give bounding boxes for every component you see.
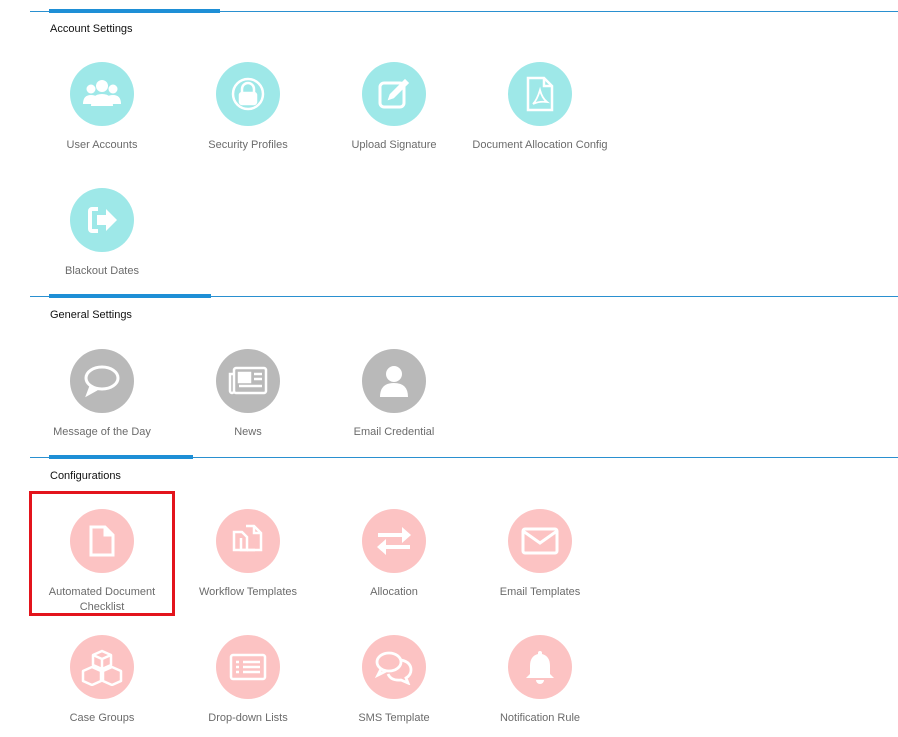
tile-email-templates[interactable]: Email Templates <box>465 509 615 600</box>
tile-automated-document-checklist[interactable]: Automated Document Checklist <box>27 509 177 615</box>
chat-bubbles-icon <box>362 635 426 699</box>
section-title: Account Settings <box>50 23 133 35</box>
tile-label: SMS Template <box>358 712 430 724</box>
section-accent-bar <box>49 294 211 298</box>
section-title: General Settings <box>50 309 132 321</box>
tile-allocation[interactable]: Allocation <box>319 509 469 600</box>
pdf-file-icon <box>508 62 572 126</box>
speech-bubble-icon <box>70 349 134 413</box>
tile-document-allocation-config[interactable]: Document Allocation Config <box>465 62 615 153</box>
tile-label: Document Allocation Config <box>472 139 608 151</box>
tile-label: News <box>234 426 262 438</box>
users-icon <box>70 62 134 126</box>
list-icon <box>216 635 280 699</box>
document-icon <box>70 509 134 573</box>
section-accent-bar <box>49 9 220 13</box>
edit-icon <box>362 62 426 126</box>
envelope-icon <box>508 509 572 573</box>
section-title: Configurations <box>50 470 121 482</box>
tile-label: Email Credential <box>353 426 435 438</box>
tile-label: Workflow Templates <box>198 586 298 598</box>
sign-out-icon <box>70 188 134 252</box>
tile-case-groups[interactable]: Case Groups <box>27 635 177 726</box>
tile-label: Allocation <box>370 586 418 598</box>
tile-security-profiles[interactable]: Security Profiles <box>173 62 323 153</box>
tile-workflow-templates[interactable]: Workflow Templates <box>173 509 323 600</box>
tile-label: Drop-down Lists <box>208 712 288 724</box>
tile-message-of-the-day[interactable]: Message of the Day <box>27 349 177 440</box>
tile-label: Blackout Dates <box>65 265 139 277</box>
tile-label: Message of the Day <box>53 426 151 438</box>
person-icon <box>362 349 426 413</box>
tile-label: Case Groups <box>69 712 135 724</box>
exchange-arrows-icon <box>362 509 426 573</box>
tile-sms-template[interactable]: SMS Template <box>319 635 469 726</box>
tile-blackout-dates[interactable]: Blackout Dates <box>27 188 177 279</box>
tile-label: Security Profiles <box>208 139 288 151</box>
tile-news[interactable]: News <box>173 349 323 440</box>
tile-label: Upload Signature <box>351 139 437 151</box>
lock-icon <box>216 62 280 126</box>
tile-drop-down-lists[interactable]: Drop-down Lists <box>173 635 323 726</box>
tile-label: User Accounts <box>66 139 138 151</box>
tile-label: Automated Document Checklist <box>48 586 156 613</box>
newspaper-icon <box>216 349 280 413</box>
tile-email-credential[interactable]: Email Credential <box>319 349 469 440</box>
bell-icon <box>508 635 572 699</box>
tile-user-accounts[interactable]: User Accounts <box>27 62 177 153</box>
tile-notification-rule[interactable]: Notification Rule <box>465 635 615 726</box>
cubes-icon <box>70 635 134 699</box>
tile-upload-signature[interactable]: Upload Signature <box>319 62 469 153</box>
section-accent-bar <box>49 455 193 459</box>
copy-files-icon <box>216 509 280 573</box>
tile-label: Notification Rule <box>499 712 581 724</box>
tile-label: Email Templates <box>499 586 581 598</box>
